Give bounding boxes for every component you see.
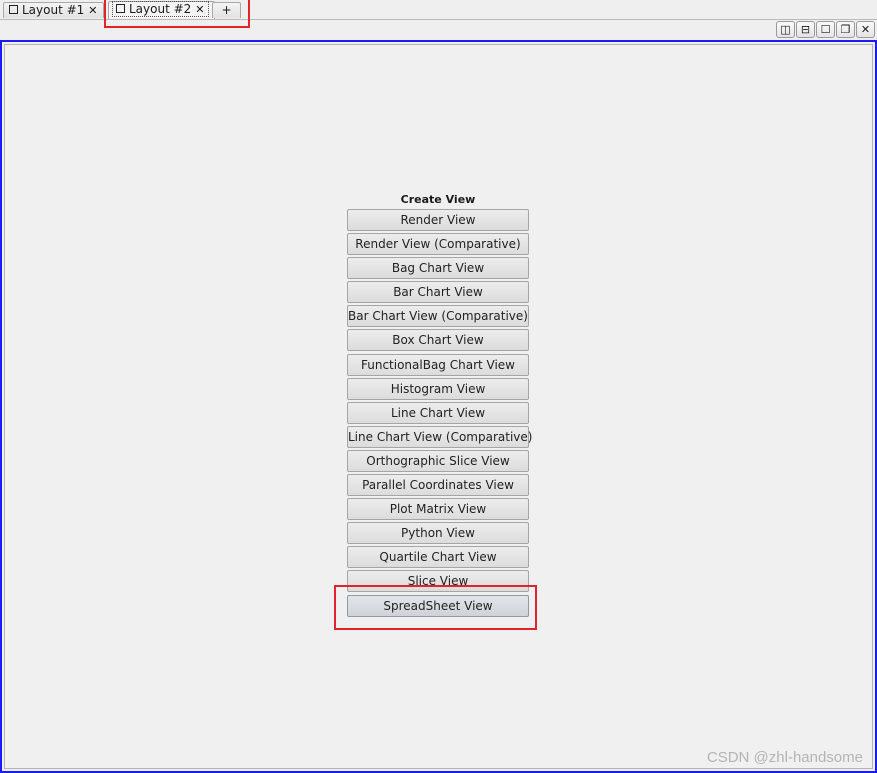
watermark: CSDN @zhl-handsome <box>706 749 863 766</box>
plot-matrix-view-button[interactable]: Plot Matrix View <box>347 498 529 521</box>
split-horizontal-button[interactable]: ◫ <box>776 21 795 38</box>
functionalbag-chart-view-button[interactable]: FunctionalBag Chart View <box>347 353 529 376</box>
layout-tab-bar: Layout #1 ✕ Layout #2 ✕ + <box>0 0 877 20</box>
close-button[interactable]: ✕ <box>856 21 875 38</box>
render-view-button[interactable]: Render View <box>347 209 529 231</box>
split-vertical-button[interactable]: ⊟ <box>796 21 815 38</box>
layout-square-icon <box>9 5 18 14</box>
spreadsheet-view-button[interactable]: SpreadSheet View <box>347 594 529 617</box>
histogram-view-button[interactable]: Histogram View <box>347 377 529 400</box>
render-view-comparative-button[interactable]: Render View (Comparative) <box>347 233 529 256</box>
tab-label: Layout #2 <box>129 2 192 16</box>
new-tab-button[interactable]: + <box>212 2 241 18</box>
tab-layout-2[interactable]: Layout #2 ✕ <box>108 1 215 19</box>
split-horizontal-icon: ◫ <box>780 23 791 36</box>
tab-label: Layout #1 <box>22 3 85 17</box>
tab-layout-1[interactable]: Layout #1 ✕ <box>3 2 104 18</box>
line-chart-view-button[interactable]: Line Chart View <box>347 401 529 424</box>
view-frame-buttons: ◫ ⊟ ☐ ❐ ✕ <box>776 21 875 39</box>
restore-button[interactable]: ❐ <box>836 21 855 38</box>
box-chart-view-button[interactable]: Box Chart View <box>347 329 529 352</box>
layout-square-icon <box>116 4 125 13</box>
line-chart-view-comparative-button[interactable]: Line Chart View (Comparative) <box>347 425 532 448</box>
restore-icon: ❐ <box>840 23 851 36</box>
quartile-chart-view-button[interactable]: Quartile Chart View <box>347 546 529 569</box>
bag-chart-view-button[interactable]: Bag Chart View <box>347 257 529 280</box>
create-view-panel: Create View Render View Render View (Com… <box>347 193 532 619</box>
maximize-icon: ☐ <box>820 23 831 36</box>
bar-chart-view-comparative-button[interactable]: Bar Chart View (Comparative) <box>347 305 529 328</box>
close-tab-icon[interactable]: ✕ <box>88 4 97 17</box>
maximize-button[interactable]: ☐ <box>816 21 835 38</box>
split-vertical-icon: ⊟ <box>800 23 811 36</box>
orthographic-slice-view-button[interactable]: Orthographic Slice View <box>347 449 529 472</box>
bar-chart-view-button[interactable]: Bar Chart View <box>347 281 529 304</box>
parallel-coordinates-view-button[interactable]: Parallel Coordinates View <box>347 474 529 497</box>
python-view-button[interactable]: Python View <box>347 522 529 545</box>
close-tab-icon[interactable]: ✕ <box>195 3 204 16</box>
plus-icon: + <box>221 3 232 17</box>
create-view-title: Create View <box>400 193 476 206</box>
slice-view-button[interactable]: Slice View <box>347 570 529 593</box>
close-icon: ✕ <box>860 23 871 36</box>
